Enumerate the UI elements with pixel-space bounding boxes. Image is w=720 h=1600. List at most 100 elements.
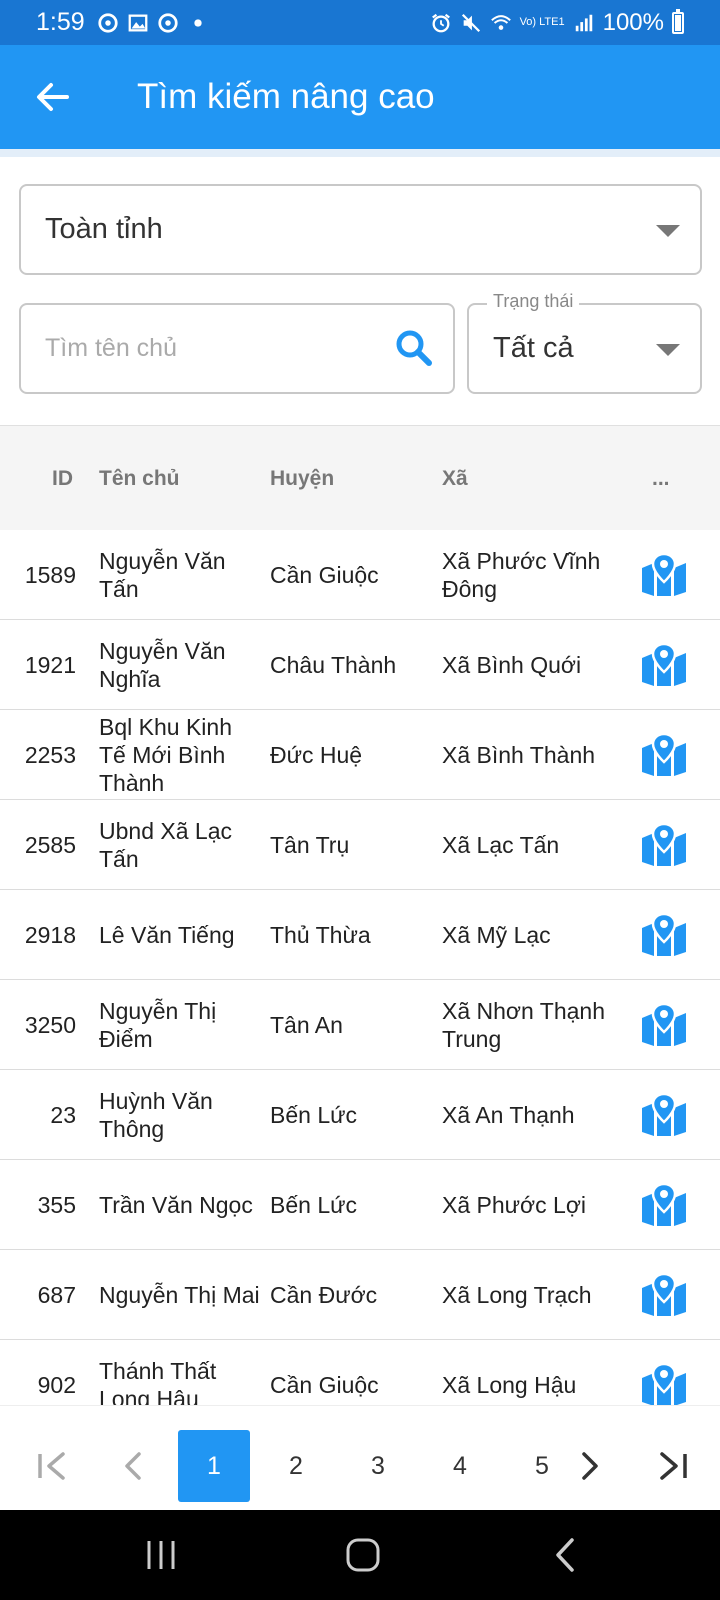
table-header: ID Tên chủ Huyện Xã ...	[0, 425, 720, 530]
cell-id: 355	[37, 1192, 76, 1218]
cell-district: Châu Thành	[270, 652, 397, 678]
map-pin-icon[interactable]	[640, 1002, 688, 1048]
cell-owner: Nguyễn Thị Mai	[99, 1282, 260, 1308]
home-icon	[346, 1538, 380, 1572]
search-field[interactable]	[19, 303, 455, 394]
column-header-commune[interactable]: Xã	[442, 426, 468, 531]
region-select[interactable]: Toàn tỉnh	[19, 184, 702, 275]
cell-id: 2918	[24, 922, 76, 948]
cell-owner: Thánh Thất Long Hậu	[99, 1358, 217, 1405]
table-row[interactable]: 2253 Bql Khu Kinh Tế Mới Bình Thành Đức …	[0, 710, 720, 800]
cell-id: 1921	[24, 652, 76, 678]
cell-owner: Nguyễn Văn Nghĩa	[99, 638, 226, 692]
cell-district: Cần Giuộc	[270, 1372, 379, 1398]
map-pin-icon[interactable]	[640, 1362, 688, 1405]
cell-commune: Xã Long Hậu	[442, 1372, 577, 1398]
app-bar: Tìm kiếm nâng cao	[0, 45, 720, 149]
table-row[interactable]: 2585 Ubnd Xã Lạc Tấn Tân Trụ Xã Lạc Tấn	[0, 800, 720, 890]
status-select-value: Tất cả	[493, 332, 574, 364]
cell-id: 687	[37, 1282, 76, 1308]
cell-district: Bến Lức	[270, 1192, 358, 1218]
column-header-more[interactable]: ...	[652, 426, 670, 531]
cell-commune: Xã Nhơn Thạnh Trung	[442, 998, 605, 1052]
network-type: Vo) LTE1	[519, 16, 565, 28]
cell-id: 23	[50, 1102, 76, 1128]
column-header-district[interactable]: Huyện	[270, 426, 334, 531]
table-row[interactable]: 23 Huỳnh Văn Thông Bến Lức Xã An Thạnh	[0, 1070, 720, 1160]
signal-icon	[575, 14, 592, 31]
cell-commune: Xã Bình Thành	[442, 742, 596, 768]
map-pin-icon[interactable]	[640, 1182, 688, 1228]
cell-owner: Nguyễn Thị Điểm	[99, 998, 217, 1052]
search-icon[interactable]	[395, 329, 433, 367]
mute-icon	[461, 13, 480, 32]
prev-page-button[interactable]	[103, 1430, 163, 1502]
chevron-down-icon	[656, 224, 680, 237]
cell-district: Tân Trụ	[270, 832, 350, 858]
alarm-icon	[431, 13, 450, 32]
cell-id: 902	[37, 1372, 76, 1398]
map-pin-icon[interactable]	[640, 732, 688, 778]
wifi-calling-icon	[490, 14, 511, 30]
first-page-button[interactable]	[22, 1430, 82, 1502]
app-bar-divider	[0, 149, 720, 157]
map-pin-icon[interactable]	[640, 642, 688, 688]
soccer-ball-icon	[98, 12, 118, 33]
table-row[interactable]: 2918 Lê Văn Tiếng Thủ Thừa Xã Mỹ Lạc	[0, 890, 720, 980]
table-row[interactable]: 1921 Nguyễn Văn Nghĩa Châu Thành Xã Bình…	[0, 620, 720, 710]
cell-commune: Xã Bình Quới	[442, 652, 582, 678]
table-row[interactable]: 687 Nguyễn Thị Mai Cần Đước Xã Long Trạc…	[0, 1250, 720, 1340]
page-button-2[interactable]: 2	[260, 1430, 332, 1502]
cell-commune: Xã Phước Lợi	[442, 1192, 587, 1218]
image-icon	[128, 14, 148, 31]
status-select-label: Trạng thái	[487, 291, 580, 312]
table-row[interactable]: 902 Thánh Thất Long Hậu Cần Giuộc Xã Lon…	[0, 1340, 720, 1405]
cell-id: 3250	[24, 1012, 76, 1038]
cell-commune: Xã Mỹ Lạc	[442, 922, 551, 948]
next-page-button[interactable]	[560, 1430, 620, 1502]
last-page-icon	[660, 1452, 687, 1480]
map-pin-icon[interactable]	[640, 1272, 688, 1318]
back-icon	[556, 1538, 574, 1572]
back-button[interactable]	[22, 67, 82, 127]
system-nav-bar	[0, 1510, 720, 1600]
recent-apps-button[interactable]	[131, 1530, 191, 1580]
chevron-down-icon	[656, 343, 680, 356]
cell-district: Đức Huệ	[270, 742, 363, 768]
next-page-icon	[582, 1452, 598, 1480]
last-page-button[interactable]	[643, 1430, 703, 1502]
cell-owner: Trần Văn Ngọc	[99, 1192, 253, 1218]
region-select-value: Toàn tỉnh	[45, 213, 163, 245]
cell-id: 1589	[24, 562, 76, 588]
cell-commune: Xã Long Trạch	[442, 1282, 592, 1308]
dot-icon	[194, 18, 202, 27]
arrow-left-icon	[37, 83, 69, 111]
battery-percent: 100%	[602, 8, 664, 36]
search-input[interactable]	[45, 334, 375, 363]
system-back-button[interactable]	[535, 1530, 595, 1580]
table-row[interactable]: 355 Trần Văn Ngọc Bến Lức Xã Phước Lợi	[0, 1160, 720, 1250]
page-button-1[interactable]: 1	[178, 1430, 250, 1502]
column-header-id[interactable]: ID	[52, 426, 73, 531]
page-title: Tìm kiếm nâng cao	[137, 77, 435, 116]
column-header-owner[interactable]: Tên chủ	[99, 426, 180, 531]
battery-icon	[672, 8, 684, 34]
map-pin-icon[interactable]	[640, 912, 688, 958]
cell-commune: Xã An Thạnh	[442, 1102, 575, 1128]
map-pin-icon[interactable]	[640, 552, 688, 598]
status-select[interactable]: Trạng thái Tất cả	[467, 291, 702, 394]
recent-apps-icon	[147, 1541, 175, 1569]
table-body[interactable]: 1589 Nguyễn Văn Tấn Cần Giuộc Xã Phước V…	[0, 530, 720, 1405]
page-button-3[interactable]: 3	[342, 1430, 414, 1502]
home-button[interactable]	[333, 1530, 393, 1580]
map-pin-icon[interactable]	[640, 1092, 688, 1138]
page-button-4[interactable]: 4	[424, 1430, 496, 1502]
table-row[interactable]: 3250 Nguyễn Thị Điểm Tân An Xã Nhơn Thạn…	[0, 980, 720, 1070]
prev-page-icon	[125, 1452, 141, 1480]
cell-district: Thủ Thừa	[270, 922, 371, 948]
cell-id: 2585	[24, 832, 76, 858]
table-row[interactable]: 1589 Nguyễn Văn Tấn Cần Giuộc Xã Phước V…	[0, 530, 720, 620]
cell-owner: Bql Khu Kinh Tế Mới Bình Thành	[99, 714, 232, 796]
map-pin-icon[interactable]	[640, 822, 688, 868]
status-time: 1:59	[36, 8, 85, 36]
